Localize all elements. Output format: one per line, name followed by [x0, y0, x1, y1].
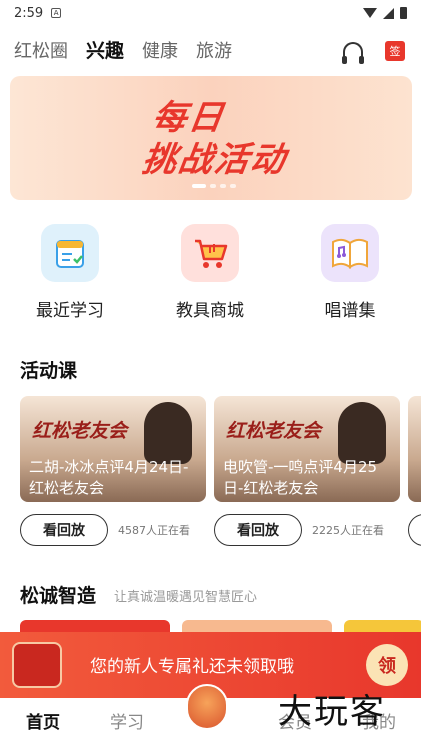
quick-label: 最近学习	[36, 301, 104, 321]
teacher-photo	[338, 402, 386, 464]
shopping-cart-icon	[181, 224, 239, 282]
quick-label: 教具商城	[176, 301, 244, 321]
smart-section-title: 松诚智造	[20, 585, 97, 607]
tab-travel[interactable]: 旅游	[196, 37, 232, 63]
quick-entries: 最近学习 教具商城 唱谱集	[0, 224, 421, 321]
replay-button[interactable]: 看回放	[214, 514, 302, 546]
viewer-count: 2225人正在看	[312, 524, 384, 537]
card-meta: 看回放 2225人正在看	[214, 514, 400, 546]
card-meta	[408, 514, 421, 546]
activity-card-image[interactable]	[408, 396, 421, 502]
card-caption: 电吹管-一鸣点评4月25日-红松老友会	[223, 458, 378, 497]
card-logo: 红松老友会	[32, 420, 128, 442]
app-notification-icon: A	[51, 8, 62, 18]
battery-icon	[400, 7, 407, 19]
banner-dot	[220, 184, 226, 188]
mascot-icon[interactable]	[186, 684, 228, 730]
activity-card-image[interactable]: 红松老友会 二胡-冰冰点评4月24日-红松老友会	[20, 396, 206, 502]
replay-button[interactable]: 看回放	[20, 514, 108, 546]
banner-pagination	[192, 184, 236, 188]
red-envelope-icon	[12, 642, 62, 688]
quick-label: 唱谱集	[324, 301, 376, 321]
quick-teaching-mall[interactable]: 教具商城	[140, 224, 280, 321]
nav-learn[interactable]: 学习	[110, 708, 144, 733]
smart-section-subtitle: 让真诚温暖遇见智慧匠心	[114, 590, 258, 605]
activity-card-partial[interactable]	[408, 396, 421, 546]
replay-button[interactable]	[408, 514, 421, 546]
activity-section-title: 活动课	[20, 360, 78, 382]
teacher-photo	[144, 402, 192, 464]
watermark-text: 大玩客	[278, 692, 386, 732]
banner-dot	[210, 184, 216, 188]
signal-icon	[383, 7, 394, 19]
status-right	[363, 7, 407, 19]
activity-card-list: 红松老友会 二胡-冰冰点评4月24日-红松老友会 看回放 4587人正在看 红松…	[20, 396, 421, 548]
banner-dot	[192, 184, 206, 188]
sign-in-icon[interactable]: 签	[385, 41, 405, 61]
tab-interest[interactable]: 兴趣	[86, 36, 125, 63]
card-logo: 红松老友会	[226, 420, 322, 442]
activity-card-image[interactable]: 红松老友会 电吹管-一鸣点评4月25日-红松老友会	[214, 396, 400, 502]
card-meta: 看回放 4587人正在看	[20, 514, 206, 546]
claim-button[interactable]: 领	[366, 644, 408, 686]
banner-title-line2: 挑战活动	[139, 140, 290, 180]
card-caption: 二胡-冰冰点评4月24日-红松老友会	[29, 458, 189, 497]
checklist-icon	[41, 224, 99, 282]
top-tabs: 红松圈 兴趣 健康 旅游	[14, 36, 232, 63]
activity-card[interactable]: 红松老友会 电吹管-一鸣点评4月25日-红松老友会 看回放 2225人正在看	[214, 396, 400, 546]
challenge-banner[interactable]: 每日 挑战活动	[10, 76, 412, 200]
nav-home[interactable]: 首页	[26, 708, 60, 733]
gift-text: 您的新人专属礼还未领取哦	[90, 657, 294, 677]
music-book-icon	[321, 224, 379, 282]
quick-recent-learning[interactable]: 最近学习	[0, 224, 140, 321]
activity-card[interactable]: 红松老友会 二胡-冰冰点评4月24日-红松老友会 看回放 4587人正在看	[20, 396, 206, 546]
tab-hongsongquan[interactable]: 红松圈	[14, 37, 68, 63]
quick-songbook[interactable]: 唱谱集	[280, 224, 420, 321]
wifi-icon	[363, 8, 377, 18]
banner-dot	[230, 184, 236, 188]
viewer-count: 4587人正在看	[118, 524, 190, 537]
status-bar: 2:59 A	[0, 0, 421, 26]
headset-icon[interactable]	[342, 42, 364, 64]
tab-health[interactable]: 健康	[142, 37, 178, 63]
status-time: 2:59	[14, 5, 44, 21]
